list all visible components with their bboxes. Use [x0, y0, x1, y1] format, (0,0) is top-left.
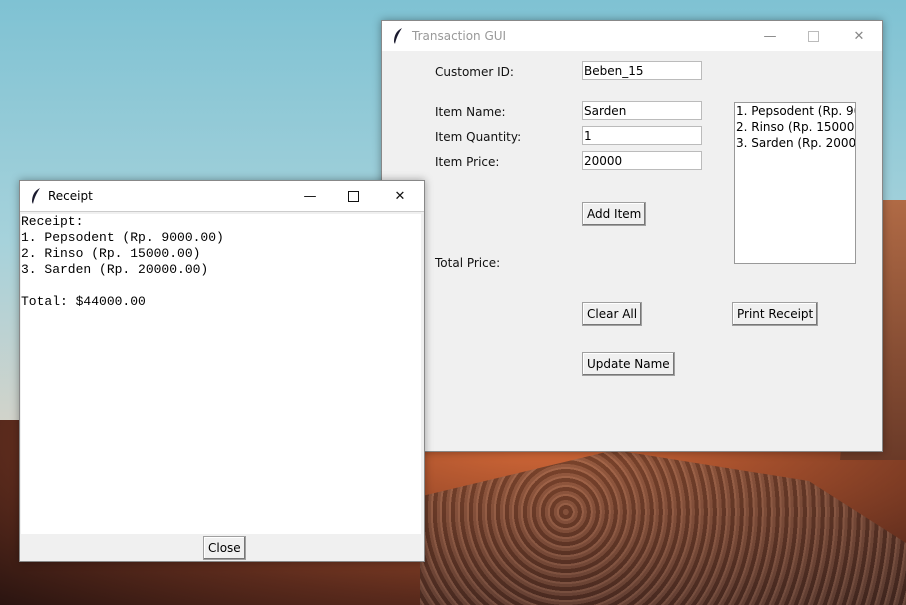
item-quantity-field[interactable]	[582, 126, 702, 145]
receipt-window-title: Receipt	[48, 189, 93, 203]
maximize-icon[interactable]	[338, 185, 368, 207]
customer-id-field[interactable]	[582, 61, 702, 80]
add-item-button[interactable]: Add Item	[582, 202, 647, 226]
minimize-icon[interactable]: —	[295, 185, 325, 207]
print-receipt-button[interactable]: Print Receipt	[732, 302, 819, 326]
maximize-icon[interactable]	[798, 25, 828, 47]
receipt-line: 3. Sarden (Rp. 20000.00)	[21, 262, 209, 277]
list-item[interactable]: 1. Pepsodent (Rp. 9000.00)	[735, 103, 855, 119]
transaction-window: Transaction GUI — ✕ Customer ID: Item Na…	[381, 20, 883, 452]
list-item[interactable]: 3. Sarden (Rp. 20000.00)	[735, 135, 855, 151]
receipt-text-area[interactable]: Receipt: 1. Pepsodent (Rp. 9000.00) 2. Rin…	[21, 214, 421, 534]
transaction-titlebar[interactable]: Transaction GUI — ✕	[382, 21, 882, 51]
transaction-window-title: Transaction GUI	[412, 29, 507, 43]
clear-all-button[interactable]: Clear All	[582, 302, 643, 326]
total-price-label: Total Price:	[435, 256, 501, 270]
minimize-icon[interactable]: —	[755, 25, 785, 47]
receipt-total-line: Total: $44000.00	[21, 294, 146, 309]
close-icon[interactable]: ✕	[844, 25, 874, 47]
receipt-line	[21, 278, 421, 294]
feather-icon	[32, 188, 40, 204]
list-item[interactable]: 2. Rinso (Rp. 15000.00)	[735, 119, 855, 135]
item-price-label: Item Price:	[435, 155, 500, 169]
item-price-field[interactable]	[582, 151, 702, 170]
receipt-line: 2. Rinso (Rp. 15000.00)	[21, 246, 201, 261]
receipt-line: 1. Pepsodent (Rp. 9000.00)	[21, 230, 224, 245]
receipt-titlebar[interactable]: Receipt — ✕	[20, 181, 424, 212]
receipt-window: Receipt — ✕ Receipt: 1. Pepsodent (Rp. 90…	[19, 180, 425, 562]
close-icon[interactable]: ✕	[385, 185, 415, 207]
feather-icon	[394, 28, 402, 44]
close-button[interactable]: Close	[203, 536, 246, 560]
update-name-button[interactable]: Update Name	[582, 352, 675, 376]
customer-id-label: Customer ID:	[435, 65, 514, 79]
items-listbox[interactable]: 1. Pepsodent (Rp. 9000.00) 2. Rinso (Rp.…	[734, 102, 856, 264]
item-quantity-label: Item Quantity:	[435, 130, 522, 144]
item-name-field[interactable]	[582, 101, 702, 120]
receipt-line: Receipt:	[21, 214, 84, 229]
item-name-label: Item Name:	[435, 105, 506, 119]
